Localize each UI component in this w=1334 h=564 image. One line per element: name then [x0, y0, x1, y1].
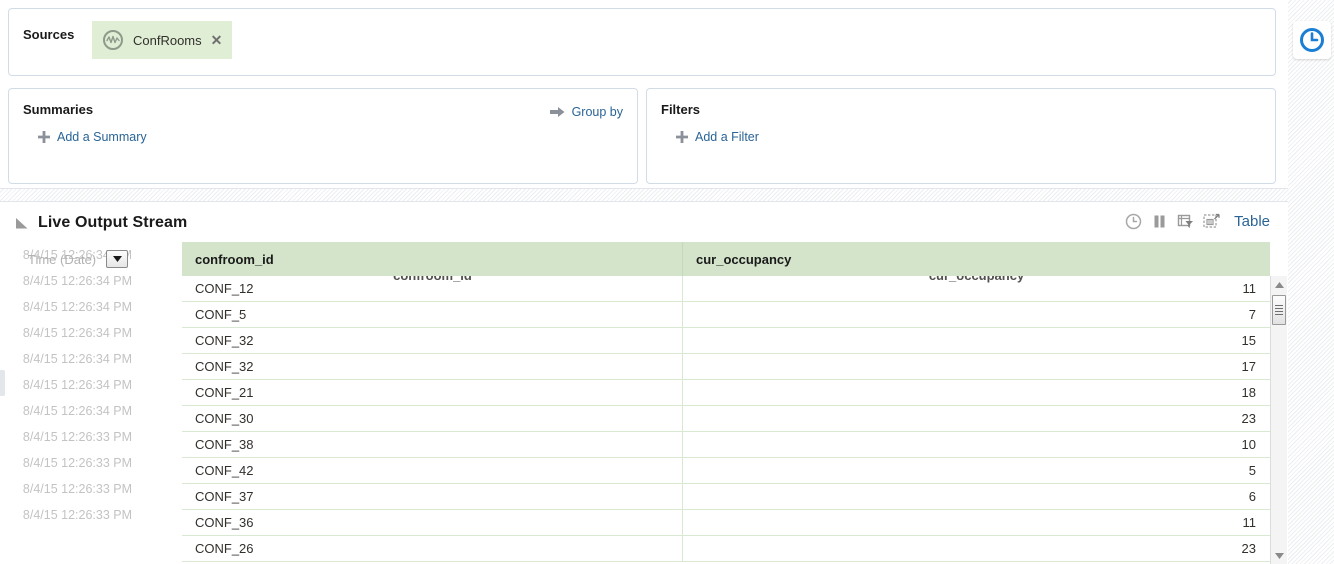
scroll-up-button[interactable]	[1271, 276, 1288, 293]
time-cell: 8/4/15 12:26:33 PM	[22, 430, 132, 444]
expand-icon[interactable]	[1203, 213, 1220, 230]
cell-confroom-id: CONF_36	[182, 510, 683, 535]
group-by-label: Group by	[571, 105, 623, 119]
column-header-confroom-id[interactable]: confroom_id	[182, 242, 683, 276]
table-body: CONF_12 11 CONF_5 7 CONF_32 15 CONF_32 17 CONF_2…	[182, 276, 1270, 564]
cell-confroom-id: CONF_42	[182, 458, 683, 483]
collapse-caret-icon[interactable]	[16, 218, 29, 229]
column-filter-icon[interactable]	[1177, 213, 1194, 230]
cell-confroom-id: CONF_5	[182, 302, 683, 327]
cell-confroom-id: CONF_32	[182, 328, 683, 353]
filters-panel: Filters Add a Filter	[646, 88, 1276, 184]
clock-widget-icon	[1300, 28, 1324, 52]
table-row[interactable]: CONF_21 18	[182, 380, 1270, 406]
clock-widget-button[interactable]	[1293, 21, 1331, 59]
column-header-cur-occupancy[interactable]: cur_occupancy	[683, 242, 1270, 276]
add-summary-label: Add a Summary	[57, 130, 147, 144]
cell-cur-occupancy: 7	[1248, 307, 1256, 322]
scrollbar-thumb[interactable]	[1272, 295, 1286, 325]
table-row[interactable]: CONF_37 6	[182, 484, 1270, 510]
cell-confroom-id: CONF_26	[182, 536, 683, 561]
table-row[interactable]: CONF_12 11	[182, 276, 1270, 302]
time-cell: 8/4/15 12:26:34 PM	[22, 378, 132, 392]
sources-panel: Sources ConfRooms ✕	[8, 8, 1276, 76]
table-row[interactable]: CONF_5 7	[182, 302, 1270, 328]
output-toolbar: Table	[1116, 213, 1270, 230]
section-divider	[0, 188, 1288, 202]
table-row[interactable]: CONF_26 23	[182, 536, 1270, 562]
cell-confroom-id: CONF_37	[182, 484, 683, 509]
output-header: Live Output Stream Table	[0, 202, 1288, 242]
table-row[interactable]: CONF_32 15	[182, 328, 1270, 354]
table-row[interactable]: CONF_36 11	[182, 510, 1270, 536]
cell-cur-occupancy: 5	[1248, 463, 1256, 478]
cell-cur-occupancy: 23	[1241, 541, 1256, 556]
group-by-button[interactable]: Group by	[549, 105, 623, 119]
pause-icon[interactable]	[1151, 213, 1168, 230]
time-column-header: Time (Date)	[0, 242, 182, 276]
time-cell: 8/4/15 12:26:34 PM	[22, 404, 132, 418]
cell-confroom-id: CONF_12	[182, 276, 683, 301]
time-column-dropdown-button[interactable]	[106, 250, 129, 268]
clock-icon[interactable]	[1125, 213, 1142, 230]
add-filter-button[interactable]: Add a Filter	[676, 130, 759, 144]
page-title: Live Output Stream	[38, 214, 188, 231]
cell-cur-occupancy: 17	[1241, 359, 1256, 374]
cell-cur-occupancy: 23	[1241, 411, 1256, 426]
summaries-title: Summaries	[23, 102, 94, 117]
time-cell: 8/4/15 12:26:34 PM	[22, 352, 132, 366]
caret-down-icon	[1275, 552, 1284, 559]
view-mode-table-link[interactable]: Table	[1234, 213, 1270, 230]
right-rail	[1288, 0, 1334, 564]
table-row[interactable]: CONF_42 5	[182, 458, 1270, 484]
vertical-scrollbar[interactable]	[1270, 276, 1287, 564]
output-grid: Time (Date) 8/4/15 12:26:34 PM 8/4/15 12:…	[0, 242, 1288, 564]
time-cells: 8/4/15 12:26:34 PM 8/4/15 12:26:34 PM 8/4/…	[0, 242, 182, 528]
cell-cur-occupancy: 18	[1241, 385, 1256, 400]
cell-confroom-id: CONF_32	[182, 354, 683, 379]
cell-cur-occupancy: 6	[1248, 489, 1256, 504]
time-cell: 8/4/15 12:26:33 PM	[22, 482, 132, 496]
time-cell: 8/4/15 12:26:34 PM	[22, 300, 132, 314]
summaries-panel: Summaries Group by Add a Summary	[8, 88, 638, 184]
app-root: Sources ConfRooms ✕ Summaries Group by A…	[0, 0, 1334, 564]
cell-confroom-id: CONF_38	[182, 432, 683, 457]
cell-cur-occupancy: 11	[1242, 515, 1257, 530]
arrow-right-icon	[549, 107, 565, 117]
panel-resize-handle[interactable]	[0, 370, 5, 396]
query-builder: Sources ConfRooms ✕ Summaries Group by A…	[0, 0, 1288, 202]
plus-icon	[38, 131, 50, 143]
time-cell: 8/4/15 12:26:34 PM	[22, 326, 132, 340]
live-output-stream-section: Live Output Stream Table Time (Date) 8/4…	[0, 202, 1288, 564]
time-cell: 8/4/15 12:26:33 PM	[22, 508, 132, 522]
cell-confroom-id: CONF_30	[182, 406, 683, 431]
scrollbar-grip-icon	[1275, 304, 1283, 316]
table-header-row: confroom_id cur_occupancy	[182, 242, 1270, 276]
add-filter-label: Add a Filter	[695, 130, 759, 144]
table-row[interactable]: CONF_32 17	[182, 354, 1270, 380]
table-row[interactable]: CONF_30 23	[182, 406, 1270, 432]
cell-cur-occupancy: 11	[1242, 281, 1257, 296]
sources-title: Sources	[23, 27, 75, 42]
source-chip-confrooms[interactable]: ConfRooms ✕	[92, 21, 233, 59]
data-table: confroom_id cur_occupancy confroom_id cu…	[182, 242, 1288, 564]
caret-up-icon	[1275, 281, 1284, 288]
stream-source-icon	[103, 30, 123, 50]
cell-cur-occupancy: 10	[1241, 437, 1256, 452]
cell-confroom-id: CONF_21	[182, 380, 683, 405]
filters-title: Filters	[661, 102, 701, 117]
time-cell: 8/4/15 12:26:33 PM	[22, 456, 132, 470]
plus-icon	[676, 131, 688, 143]
chevron-down-icon	[112, 256, 122, 262]
close-icon[interactable]: ✕	[211, 33, 223, 47]
cell-cur-occupancy: 15	[1241, 333, 1256, 348]
time-column: Time (Date) 8/4/15 12:26:34 PM 8/4/15 12:…	[0, 242, 182, 564]
add-summary-button[interactable]: Add a Summary	[38, 130, 147, 144]
scroll-down-button[interactable]	[1271, 547, 1288, 564]
time-column-label: Time (Date)	[28, 251, 97, 267]
source-chip-label: ConfRooms	[133, 32, 202, 48]
table-row[interactable]: CONF_38 10	[182, 432, 1270, 458]
